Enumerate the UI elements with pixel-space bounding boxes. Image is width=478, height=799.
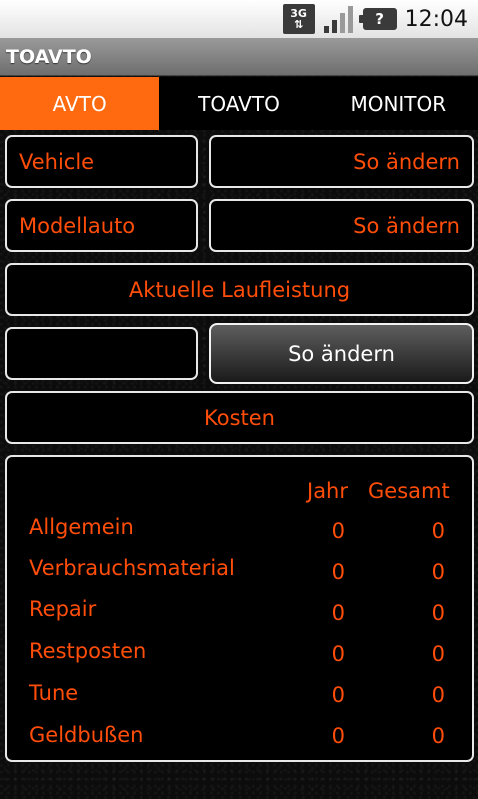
data-transfer-arrows-icon: ⇅: [293, 18, 304, 31]
cost-row-label: Repair: [29, 597, 97, 621]
cost-row-jahr: 0: [331, 642, 345, 666]
cost-row-jahr: 0: [331, 560, 345, 584]
model-change-button[interactable]: So ändern: [209, 199, 474, 252]
cost-row-gesamt: 0: [431, 560, 445, 584]
cost-row-label: Restposten: [29, 639, 147, 663]
mileage-change-button[interactable]: So ändern: [209, 323, 474, 384]
vehicle-change-button[interactable]: So ändern: [209, 135, 474, 188]
tab-toavto[interactable]: TOAVTO: [159, 77, 318, 130]
cost-row-jahr: 0: [331, 724, 345, 748]
app-title: TOAVTO: [6, 45, 92, 68]
title-bar: TOAVTO: [0, 38, 478, 76]
cost-row-jahr: 0: [331, 601, 345, 625]
cost-row-gesamt: 0: [431, 519, 445, 543]
tab-avto[interactable]: AVTO: [0, 77, 160, 130]
cost-row-label: Geldbußen: [29, 723, 144, 747]
tab-bar: AVTO TOAVTO MONITOR: [0, 77, 478, 130]
column-header-gesamt: Gesamt: [368, 479, 450, 503]
clock: 12:04: [404, 6, 468, 32]
battery-unknown-icon: ?: [358, 8, 397, 30]
cost-row-gesamt: 0: [431, 724, 445, 748]
status-bar: 3G ⇅ ? 12:04: [0, 0, 478, 38]
cost-row-gesamt: 0: [431, 642, 445, 666]
cost-row-gesamt: 0: [431, 683, 445, 707]
mileage-header: Aktuelle Laufleistung: [5, 263, 474, 316]
signal-icon: [323, 5, 355, 33]
cost-row-label: Allgemein: [29, 515, 134, 539]
vehicle-field[interactable]: Vehicle: [5, 135, 198, 188]
cost-row-jahr: 0: [331, 519, 345, 543]
costs-table: Jahr Gesamt Allgemein 0 0 Verbrauchsmate…: [5, 455, 474, 762]
column-header-jahr: Jahr: [307, 479, 349, 503]
cost-row-label: Verbrauchsmaterial: [29, 556, 235, 580]
mileage-input[interactable]: [5, 327, 198, 380]
network-3g-icon: 3G ⇅: [282, 4, 315, 34]
tab-monitor[interactable]: MONITOR: [319, 77, 478, 130]
costs-header: Kosten: [5, 391, 474, 444]
cost-row-jahr: 0: [331, 683, 345, 707]
model-field[interactable]: Modellauto: [5, 199, 198, 252]
cost-row-label: Tune: [29, 681, 79, 705]
cost-row-gesamt: 0: [431, 601, 445, 625]
